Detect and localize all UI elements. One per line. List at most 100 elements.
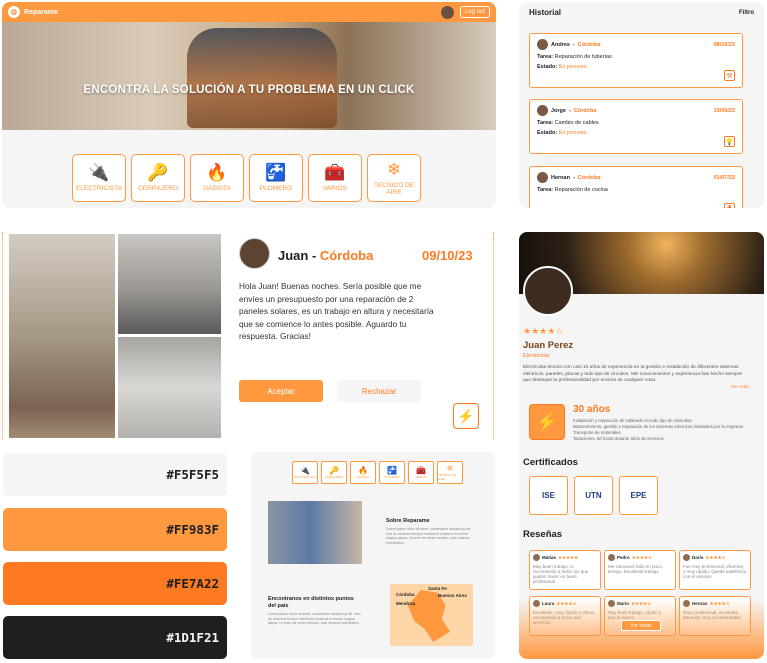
logout-button[interactable]: Log out [459, 6, 490, 18]
category-varios[interactable]: 🧰 VARIOS [308, 154, 362, 202]
category-cerrajero[interactable]: 🔑 CERRAJERO [131, 154, 185, 202]
about-title: Sobre Reparame [386, 518, 430, 524]
category-varios[interactable]: 🧰 VARIOS [408, 461, 434, 484]
avatar [537, 105, 548, 116]
category-label: PLOMERO [384, 475, 400, 479]
lightbulb-icon[interactable]: 💡 [724, 136, 735, 147]
review-card: Matias ★★★★★ Muy buen trabajo, lo recomien… [529, 550, 601, 590]
category-electricista[interactable]: 🔌 ELECTRICISTA [292, 461, 318, 484]
user-avatar[interactable] [440, 5, 454, 19]
category-label: TECNICO DE AIRE [373, 181, 415, 196]
home-hero-panel: ⚙ Reparame Log out ENCONTRA LA SOLUCIÓN … [2, 2, 496, 208]
hero-headline: ENCONTRA LA SOLUCIÓN A TU PROBLEMA EN UN… [83, 84, 415, 96]
request-worker-name: Juan - Córdoba [278, 248, 374, 263]
category-gasista[interactable]: 🔥 GASISTA [190, 154, 244, 202]
hero-banner: ENCONTRA LA SOLUCIÓN A TU PROBLEMA EN UN… [2, 22, 496, 130]
category-plomero[interactable]: 🚰 PLOMERO [379, 461, 405, 484]
room-photo [9, 234, 115, 438]
flame-icon[interactable]: 🔥 [724, 203, 735, 208]
task-value: Reparación de tuberías [554, 54, 612, 60]
lightning-icon: ⚡ [453, 403, 479, 429]
category-plomero[interactable]: 🚰 PLOMERO [249, 154, 303, 202]
about-text: Lorem ipsum dolor sit amet, consectetur … [386, 527, 472, 545]
category-cerrajero[interactable]: 🔑 CERRAJERO [321, 461, 347, 484]
category-label: ELECTRICISTA [75, 185, 123, 192]
worker-name: Andres [551, 41, 570, 48]
avatar [537, 39, 548, 50]
locations-text: Lorem ipsum dolor sit amet, consectetur … [268, 612, 361, 625]
reviewer-name: Darío [692, 555, 704, 560]
certificates-title: Certificados [523, 457, 578, 468]
category-label: GASISTA [203, 185, 231, 192]
brand[interactable]: ⚙ Reparame [8, 6, 58, 18]
map-city-label: Santa Fe [428, 586, 447, 591]
reject-button[interactable]: Rechazar [337, 380, 421, 402]
view-all-reviews-button[interactable]: Ver todas [621, 620, 661, 631]
avatar [239, 238, 270, 269]
history-date: 01/07/23 [713, 174, 735, 181]
history-title: Historial [529, 8, 562, 17]
top-navbar: ⚙ Reparame Log out [2, 2, 496, 22]
category-label: PLOMERO [259, 185, 293, 192]
task-value: Reparación de cocina [554, 187, 608, 193]
category-label: ELECTRICISTA [294, 475, 316, 479]
category-label: TECNICO DE AIRE [438, 473, 457, 481]
category-gasista[interactable]: 🔥 GASISTA [350, 461, 376, 484]
accept-button[interactable]: Aceptar [239, 380, 323, 402]
task-label: Tarea: [537, 187, 554, 193]
brand-name: Reparame [24, 8, 58, 16]
certificate-badge[interactable]: EPE [619, 476, 658, 515]
toolbox-icon: 🧰 [324, 163, 346, 182]
reviewer-name: Pedro [617, 555, 630, 560]
review-stars: ★★★★☆ [705, 554, 726, 560]
category-label: GASISTA [356, 475, 370, 479]
room-photo [118, 234, 221, 334]
task-label: Tarea: [537, 54, 554, 60]
locations-title: Encontranos en distintos puntos del país [268, 596, 354, 609]
color-swatch: #FE7A22 [3, 562, 227, 605]
avatar [608, 554, 615, 561]
air-conditioner-icon: ❄ [386, 159, 402, 179]
status-label: Estado: [537, 130, 558, 136]
certificate-badge[interactable]: UTN [574, 476, 613, 515]
see-more-link[interactable]: Ver más [731, 385, 749, 390]
category-tecnico-aire[interactable]: ❄ TECNICO DE AIRE [437, 461, 463, 484]
profile-panel: ★★★★☆ Juan Perez Electricista Electricis… [519, 232, 764, 659]
flame-icon: 🔥 [206, 163, 228, 182]
category-tecnico-aire[interactable]: ❄ TECNICO DE AIRE [367, 154, 421, 202]
review-card: Pedro ★★★★☆ Me solucionó todo en poco tiem… [604, 550, 676, 590]
plug-icon: 🔌 [88, 163, 110, 182]
history-card[interactable]: Jorge - Córdoba 19/09/23 Tarea: Cambio de… [529, 99, 743, 154]
rating-stars: ★★★★☆ [523, 326, 564, 336]
tool-belt-image [187, 28, 337, 128]
review-text: Me solucionó todo en poco tiempo. Excele… [608, 564, 662, 574]
filter-button[interactable]: Filtro [739, 10, 754, 16]
landing-preview-panel: 🔌 ELECTRICISTA 🔑 CERRAJERO 🔥 GASISTA 🚰 PLOME… [251, 452, 495, 659]
history-date: 19/09/23 [713, 107, 735, 114]
faucet-icon[interactable]: ⚒ [724, 70, 735, 81]
avatar [537, 172, 548, 183]
map-city-label: Mendoza [396, 601, 416, 606]
history-panel: Historial Filtro Andres - Córdoba 08/10/2… [519, 2, 764, 208]
achievement-list: Instalación y reparación de cableado en … [573, 418, 753, 442]
profile-name: Juan Perez [523, 340, 574, 351]
history-date: 08/10/23 [713, 41, 735, 48]
request-message: Hola Juan! Buenas noches. Sería posible … [239, 281, 434, 341]
review-card: Darío ★★★★☆ Fue muy profesional, eficiente… [679, 550, 751, 590]
category-label: CERRAJERO [137, 185, 179, 192]
category-label: VARIOS [415, 475, 427, 479]
review-text: Muy buen trabajo, lo recomiendo a todos … [533, 564, 589, 584]
color-swatch: #1D1F21 [3, 616, 227, 659]
room-photo [118, 337, 221, 438]
certificate-badge[interactable]: ISE [529, 476, 568, 515]
handshake-photo [268, 501, 362, 564]
category-electricista[interactable]: 🔌 ELECTRICISTA [72, 154, 126, 202]
profile-bio: Electricista técnico con casi 10 años de… [523, 365, 743, 383]
history-card[interactable]: Hernan - Córdoba 01/07/23 Tarea: Reparaci… [529, 166, 743, 208]
history-card[interactable]: Andres - Córdoba 08/10/23 Tarea: Reparaci… [529, 33, 743, 88]
map-city-label: Córdoba [396, 592, 415, 597]
worker-name: Juan [278, 248, 309, 263]
experience-years: 30 años [573, 404, 611, 415]
task-value: Cambio de cables [554, 120, 599, 126]
profile-profession: Electricista [523, 353, 550, 359]
